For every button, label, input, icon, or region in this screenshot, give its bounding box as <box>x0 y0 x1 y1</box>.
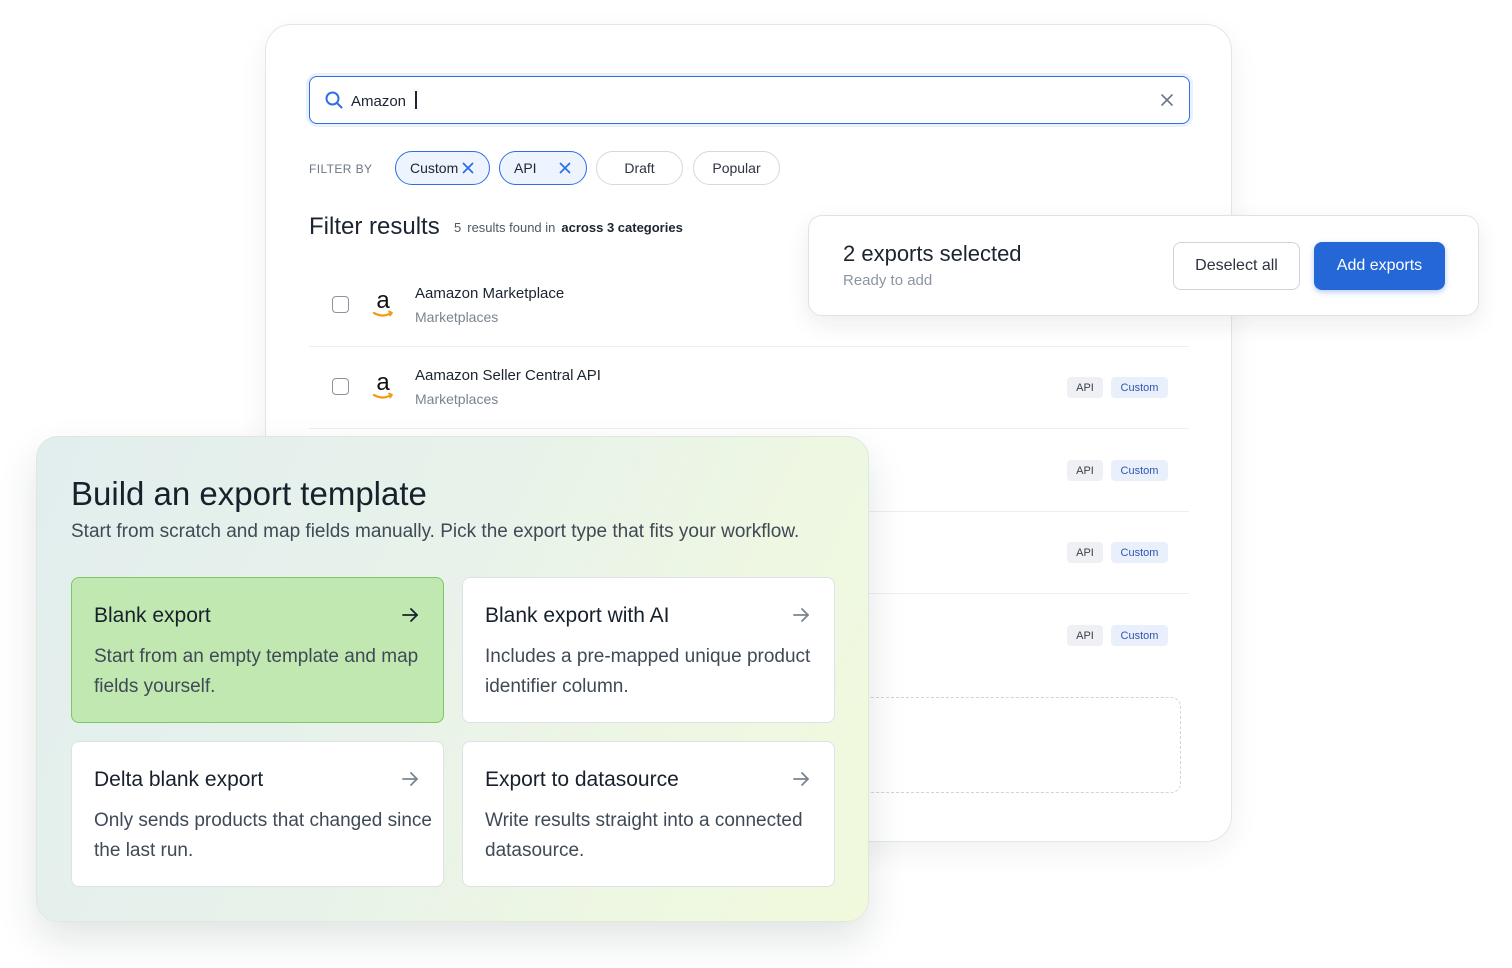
results-meta: 5 results found in across 3 categories <box>454 220 683 235</box>
arrow-right-icon <box>793 772 809 786</box>
selection-subtitle: Ready to add <box>843 272 933 289</box>
results-count: 5 <box>454 220 462 235</box>
chip-label: Custom <box>410 160 459 176</box>
tag-api: API <box>1067 625 1103 646</box>
add-exports-button[interactable]: Add exports <box>1314 242 1445 290</box>
row-checkbox[interactable] <box>332 296 349 313</box>
drop-zone[interactable] <box>861 697 1181 793</box>
row-category: Marketplaces <box>415 309 499 325</box>
option-description: Only sends products that changed since t… <box>94 810 432 861</box>
filter-chip-popular[interactable]: Popular <box>693 151 780 185</box>
option-description: Includes a pre-mapped unique product ide… <box>485 646 811 697</box>
results-categories: across 3 categories <box>561 220 683 235</box>
tag-api: API <box>1067 377 1103 398</box>
chip-label: API <box>514 160 537 176</box>
row-name: Aamazon Marketplace <box>415 285 565 302</box>
amazon-logo-icon: a <box>372 289 393 317</box>
amazon-logo-icon: a <box>372 371 393 399</box>
tag-api: API <box>1067 460 1103 481</box>
tag-custom: Custom <box>1111 377 1168 398</box>
option-delta-blank-export[interactable]: Delta blank export Only sends products t… <box>71 741 444 887</box>
results-found-text: results found in <box>467 220 556 235</box>
deselect-all-button[interactable]: Deselect all <box>1173 242 1300 290</box>
export-template-panel: Build an export template Start from scra… <box>36 436 869 922</box>
filter-by-label: FILTER BY <box>309 162 373 176</box>
option-description: Write results straight into a connected … <box>485 810 803 861</box>
close-icon[interactable] <box>461 161 475 175</box>
arrow-right-icon <box>793 608 809 622</box>
template-subtitle: Start from scratch and map fields manual… <box>71 521 800 542</box>
option-title: Blank export <box>94 604 211 627</box>
search-input[interactable]: Amazon <box>309 76 1190 124</box>
filter-chip-draft[interactable]: Draft <box>596 151 683 185</box>
selection-bar: 2 exports selected Ready to add Deselect… <box>808 215 1479 316</box>
option-blank-export-ai[interactable]: Blank export with AI Includes a pre-mapp… <box>462 577 835 723</box>
selection-title: 2 exports selected <box>843 241 1022 266</box>
row-name: Aamazon Seller Central API <box>415 367 601 384</box>
tag-custom: Custom <box>1111 460 1168 481</box>
arrow-right-icon <box>402 608 418 622</box>
option-title: Blank export with AI <box>485 604 670 627</box>
option-title: Delta blank export <box>94 768 264 791</box>
arrow-right-icon <box>402 772 418 786</box>
results-title: Filter results <box>309 213 440 240</box>
stage: Amazon FILTER BY Custom API Draft Popula… <box>0 0 1512 968</box>
svg-text:a: a <box>376 371 390 396</box>
row-category: Marketplaces <box>415 391 499 407</box>
filter-chip-custom[interactable]: Custom <box>395 151 490 185</box>
chip-label: Draft <box>624 160 655 176</box>
template-title: Build an export template <box>71 475 427 512</box>
option-title: Export to datasource <box>485 768 679 791</box>
chip-label: Popular <box>712 160 761 176</box>
option-blank-export[interactable]: Blank export Start from an empty templat… <box>71 577 444 723</box>
option-description: Start from an empty template and map fie… <box>94 646 419 697</box>
svg-text:a: a <box>376 289 390 314</box>
filter-chip-api[interactable]: API <box>499 151 587 185</box>
tag-custom: Custom <box>1111 542 1168 563</box>
option-export-to-datasource[interactable]: Export to datasource Write results strai… <box>462 741 835 887</box>
tag-api: API <box>1067 542 1103 563</box>
close-icon[interactable] <box>558 161 572 175</box>
text-caret <box>415 91 417 109</box>
list-item[interactable]: a Aamazon Seller Central API Marketplace… <box>309 347 1189 429</box>
row-checkbox[interactable] <box>332 378 349 395</box>
search-icon <box>325 91 343 109</box>
search-value: Amazon <box>351 91 417 110</box>
tag-custom: Custom <box>1111 625 1168 646</box>
close-icon[interactable] <box>1159 92 1175 108</box>
